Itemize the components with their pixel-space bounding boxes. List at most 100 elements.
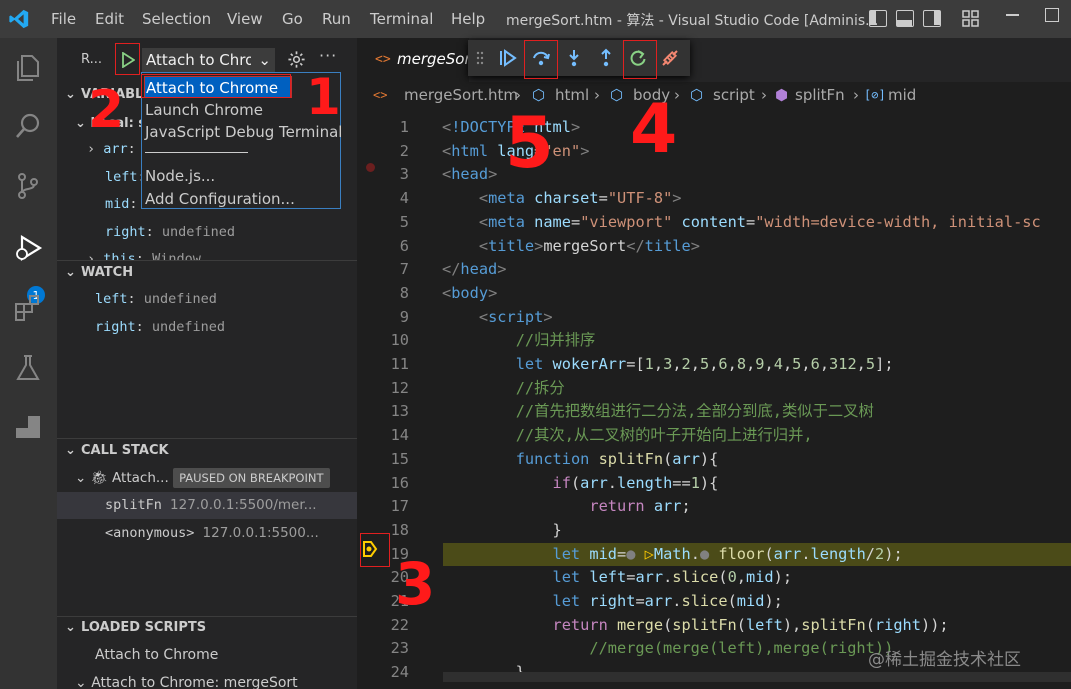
chevron-right-icon: ›	[761, 86, 767, 104]
restore-button[interactable]	[1045, 8, 1059, 22]
loaded-script-item[interactable]: ⌄ Attach to Chrome: mergeSort	[57, 670, 357, 689]
code-line[interactable]: 13 //首先把数组进行二分法,全部分到底,类似于二叉树	[357, 400, 1071, 424]
code-text: let wokerArr=[1,3,2,5,6,8,9,4,5,6,312,5]…	[515, 355, 894, 373]
menu-terminal[interactable]: Terminal	[370, 10, 433, 28]
more-actions-icon[interactable]: ···	[319, 46, 337, 65]
code-text: //merge(merge(left),merge(right))	[589, 639, 894, 658]
customize-layout-icon[interactable]	[962, 10, 980, 28]
testing-icon[interactable]	[8, 348, 48, 388]
line-number: 21	[390, 592, 409, 610]
code-editor[interactable]: 1 <!DOCTYPE html> 2 <html lang="en"> 3 <head>…	[357, 108, 1071, 689]
step-out-icon[interactable]	[594, 46, 618, 70]
dropdown-item-launch-chrome[interactable]: Launch Chrome	[144, 99, 338, 121]
dropdown-item-add-configuration[interactable]: Add Configuration...	[144, 188, 338, 210]
line-number: 1	[399, 118, 409, 136]
toggle-panel-icon[interactable]	[896, 10, 914, 27]
disconnect-icon[interactable]	[658, 46, 682, 70]
code-line[interactable]: 12 //拆分	[357, 377, 1071, 401]
breadcrumb-body[interactable]: body	[633, 86, 670, 104]
line-number: 8	[399, 283, 409, 302]
debug-config-value: Attach to Chrome	[146, 51, 251, 69]
stack-frame-anonymous[interactable]: <anonymous> 127.0.0.1:5500...	[57, 520, 357, 547]
code-line[interactable]: 4 <meta charset="UTF-8">	[357, 187, 1071, 211]
chevron-down-icon: ⌄	[258, 51, 271, 69]
code-line[interactable]: 21 let right=arr.slice(mid);	[357, 590, 1071, 614]
breadcrumb-splitfn[interactable]: splitFn	[795, 86, 845, 104]
search-icon[interactable]	[8, 106, 48, 146]
breadcrumb-mid[interactable]: mid	[888, 86, 916, 104]
code-text: <meta charset="UTF-8">	[478, 189, 682, 208]
code-text: let left=arr.slice(0,mid);	[552, 568, 793, 587]
watch-header[interactable]: ⌄ WATCH	[57, 262, 357, 284]
toggle-sidebar-icon[interactable]	[869, 10, 887, 27]
code-line[interactable]: 3 <head>	[357, 163, 1071, 187]
code-line[interactable]: 18 }	[357, 519, 1071, 543]
debug-config-select[interactable]: Attach to Chrome ⌄	[142, 48, 275, 72]
explorer-icon[interactable]	[8, 48, 48, 88]
code-line[interactable]: 7 </head>	[357, 258, 1071, 282]
code-line[interactable]: 16 if(arr.length==1){	[357, 472, 1071, 496]
loaded-script-item[interactable]: Attach to Chrome	[57, 642, 357, 669]
code-text: <meta name="viewport" content="width=dev…	[478, 212, 1041, 231]
code-line[interactable]: 1 <!DOCTYPE html>	[357, 116, 1071, 140]
breadcrumb-html[interactable]: html	[555, 86, 589, 104]
code-line[interactable]: 15 function splitFn(arr){	[357, 448, 1071, 472]
open-launch-json-button[interactable]	[287, 50, 306, 73]
menu-file[interactable]: File	[51, 10, 76, 28]
annotation-box-breakpoint	[360, 533, 390, 567]
source-control-icon[interactable]	[8, 166, 48, 206]
remote-explorer-icon[interactable]	[8, 406, 48, 446]
code-line[interactable]: 10 //归并排序	[357, 329, 1071, 353]
breadcrumb-script[interactable]: script	[713, 86, 755, 104]
line-number: 24	[390, 663, 409, 682]
watch-item-left[interactable]: left: undefined	[57, 286, 357, 313]
step-into-icon[interactable]	[562, 46, 586, 70]
code-text: let right=arr.slice(mid);	[552, 592, 783, 610]
line-number: 5	[399, 212, 409, 231]
breadcrumb-file[interactable]: mergeSort.htm	[404, 86, 518, 104]
section-divider	[57, 260, 357, 261]
extensions-icon[interactable]	[8, 288, 48, 328]
chevron-right-icon: ›	[853, 86, 859, 104]
minimize-button[interactable]	[1006, 14, 1019, 16]
menu-run[interactable]: Run	[322, 10, 351, 28]
tab-mergesort[interactable]: <> mergeSort	[357, 38, 477, 82]
drag-handle-icon[interactable]	[474, 46, 486, 70]
callstack-thread[interactable]: ⌄ 🐞︎ Attach... PAUSED ON BREAKPOINT	[57, 465, 357, 492]
code-line[interactable]: 19 let mid=● ▷Math.● floor(arr.length/2)…	[391, 542, 1071, 567]
loaded-scripts-header[interactable]: ⌄ LOADED SCRIPTS	[57, 617, 357, 639]
menu-view[interactable]: View	[227, 10, 263, 28]
menu-help[interactable]: Help	[451, 10, 485, 28]
code-line[interactable]: 9 <script>	[357, 306, 1071, 330]
code-line[interactable]: 11 let wokerArr=[1,3,2,5,6,8,9,4,5,6,312…	[357, 353, 1071, 377]
var-row-this[interactable]: › this: Window	[57, 246, 357, 260]
code-line[interactable]: 14 //其次,从二叉树的叶子开始向上进行归并,	[357, 424, 1071, 448]
code-text: <script>	[478, 307, 553, 326]
code-line[interactable]: 6 <title>mergeSort</title>	[357, 235, 1071, 259]
var-row-right[interactable]: right: undefined	[57, 219, 357, 246]
dropdown-item-js-debug-terminal[interactable]: JavaScript Debug Terminal	[144, 121, 342, 143]
code-line[interactable]: 2 <html lang="en">	[357, 140, 1071, 164]
function-icon: ⬢	[775, 86, 789, 104]
menu-go[interactable]: Go	[282, 10, 303, 28]
code-line[interactable]: 17 return arr;	[357, 495, 1071, 519]
dropdown-item-nodejs[interactable]: Node.js...	[144, 165, 338, 187]
continue-icon[interactable]	[496, 46, 520, 70]
run-debug-icon[interactable]	[8, 228, 48, 268]
vscode-logo-icon	[9, 9, 29, 29]
code-line[interactable]: 22 return merge(splitFn(left),splitFn(ri…	[357, 614, 1071, 638]
menu-selection[interactable]: Selection	[142, 10, 211, 28]
watch-item-right[interactable]: right: undefined	[57, 314, 357, 341]
call-stack-header[interactable]: ⌄ CALL STACK	[57, 440, 357, 462]
code-line[interactable]: 5 <meta name="viewport" content="width=d…	[357, 211, 1071, 235]
breakpoint-icon[interactable]	[366, 163, 375, 172]
toggle-secondary-sidebar-icon[interactable]	[923, 10, 941, 27]
code-text: //其次,从二叉树的叶子开始向上进行归并,	[515, 426, 813, 445]
horizontal-scrollbar[interactable]	[443, 672, 1071, 682]
line-number: 16	[390, 473, 409, 492]
line-number: 23	[390, 639, 409, 658]
code-line[interactable]: 20 let left=arr.slice(0,mid);	[357, 566, 1071, 590]
code-line[interactable]: 8 <body>	[357, 282, 1071, 306]
menu-edit[interactable]: Edit	[95, 10, 124, 28]
stack-frame-splitfn[interactable]: splitFn 127.0.0.1:5500/mer...	[57, 492, 357, 519]
